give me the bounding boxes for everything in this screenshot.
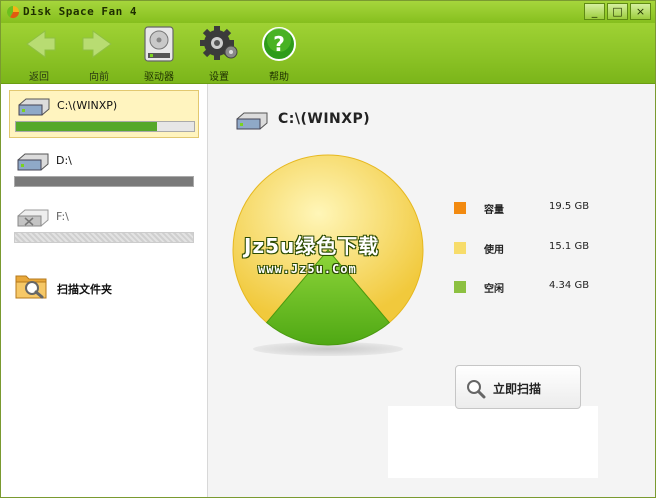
drives-label: 驱动器 [144,72,174,83]
drive-usage-fill [16,122,157,131]
forward-label: 向前 [89,72,109,83]
drive-item-c[interactable]: C:\(WINXP) [9,90,199,138]
toolbar: 返回 向前 驱动器 设置 ? 帮助 [1,23,655,84]
drive-usage-bar [15,121,195,132]
watermark-text: Jz5u绿色下载 [244,234,380,258]
gear-icon [200,26,238,60]
scan-folder-button[interactable]: 扫描文件夹 [15,270,195,304]
legend-label: 使用 [484,245,504,256]
disabled-drive-icon [17,209,49,227]
help-icon: ? [262,27,296,61]
maximize-button[interactable]: □ [607,3,628,20]
window-title: Disk Space Fan 4 [23,5,137,18]
hard-drive-icon [144,26,174,62]
main-panel: C:\(WINXP) Jz5u绿色下载 www.Jz5u.Com 容量 19.5… [208,84,655,497]
help-label: 帮助 [269,72,289,83]
drive-icon [17,153,49,171]
drive-icon [236,112,268,130]
selected-drive-title: C:\(WINXP) [278,111,371,127]
title-bar[interactable]: Disk Space Fan 4 _ □ × [1,1,655,23]
drive-usage-bar [14,232,194,243]
folder-search-icon [15,275,47,299]
arrow-right-icon [82,30,112,58]
legend-label: 空闲 [484,284,504,295]
drive-item-f[interactable]: F:\ [9,202,199,250]
legend-swatch [454,202,466,214]
drive-name: D:\ [56,154,72,167]
legend-free: 空闲 4.34 GB [454,279,644,295]
legend-swatch [454,242,466,254]
window-controls: _ □ × [584,3,651,20]
drive-name: C:\(WINXP) [57,99,118,112]
drive-item-d[interactable]: D:\ [9,146,199,194]
arrow-left-icon [26,30,56,58]
settings-label: 设置 [209,72,229,83]
back-button[interactable]: 返回 [10,25,68,83]
settings-button[interactable]: 设置 [190,25,248,83]
scan-now-button[interactable]: 立即扫描 [455,365,581,409]
drive-icon [18,98,50,116]
legend-used: 使用 15.1 GB [454,240,644,256]
legend-value: 15.1 GB [549,241,590,252]
watermark-url: www.Jz5u.Com [258,262,357,276]
drives-button[interactable]: 驱动器 [130,25,188,83]
magnifier-icon [467,380,486,399]
svg-text:?: ? [273,32,285,56]
legend-capacity: 容量 19.5 GB [454,200,644,216]
drive-usage-bar [14,176,194,187]
drive-sidebar: C:\(WINXP) D:\ F:\ 扫描文件夹 [1,84,208,497]
minimize-button[interactable]: _ [584,3,605,20]
scan-folder-label: 扫描文件夹 [57,283,112,296]
legend-value: 4.34 GB [549,280,590,291]
forward-button[interactable]: 向前 [70,25,128,83]
legend-swatch [454,281,466,293]
drive-name: F:\ [56,210,69,223]
legend-label: 容量 [484,205,504,216]
close-button[interactable]: × [630,3,651,20]
drive-usage-fill [15,177,193,186]
app-window: Disk Space Fan 4 _ □ × 返回 向前 驱动器 设置 ? 帮助… [0,0,656,498]
legend-value: 19.5 GB [549,201,590,212]
blank-area [388,406,598,478]
app-icon [6,5,19,19]
help-button[interactable]: ? 帮助 [250,25,308,83]
back-label: 返回 [29,72,49,83]
scan-now-label: 立即扫描 [493,382,542,396]
